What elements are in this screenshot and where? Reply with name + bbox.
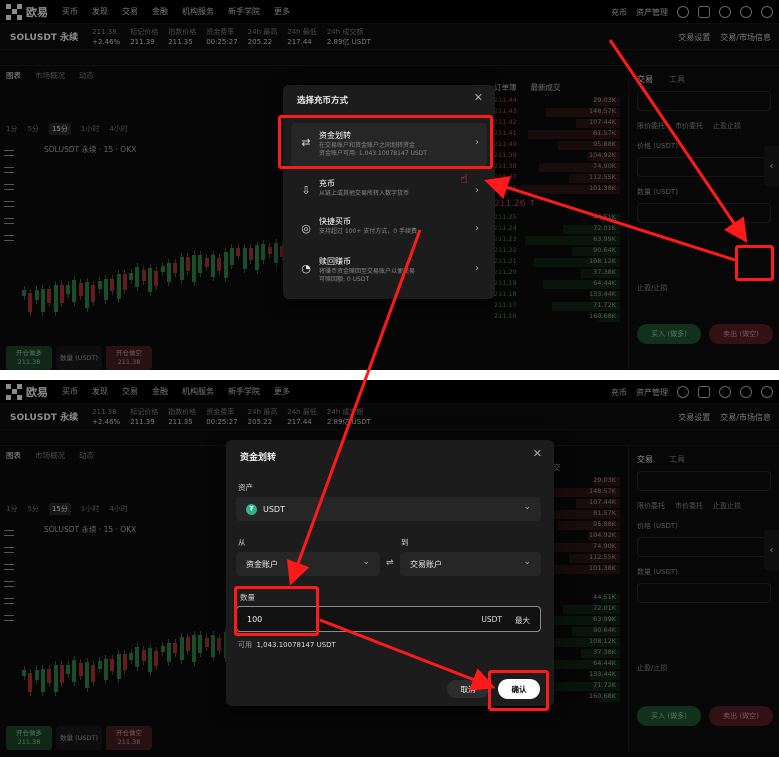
fund-transfer-modal: 资金划转 ✕ 资产 ₮ USDT ⌄ 从 到 资金账户 ⌄ ⇌ 交易账户 ⌄ 数…	[226, 440, 554, 706]
quick-buy-icon: ◎	[301, 222, 311, 235]
chevron-right-icon: ›	[475, 223, 479, 234]
asset-select[interactable]: ₮ USDT ⌄	[236, 497, 541, 521]
option-title: 充币	[319, 179, 335, 188]
option-title: 快捷买币	[319, 217, 351, 226]
amount-unit: USDT	[481, 615, 502, 624]
from-account-value: 资金账户	[246, 559, 278, 569]
usdt-coin-icon: ₮	[246, 503, 257, 515]
from-label: 从	[238, 538, 246, 547]
available-balance: 可用 1,043.10078147 USDT	[238, 641, 336, 649]
chevron-right-icon: ›	[475, 263, 479, 274]
to-account-value: 交易账户	[410, 559, 442, 569]
option-desc: 支持超过 100+ 支付方式，0 手续费	[319, 228, 418, 235]
option-redeem-earn[interactable]: ◔ 赎回赚币 将赚币资金赎回至交易账户以便交易 可赎回额: 0 USDT ›	[291, 249, 487, 293]
chevron-down-icon: ⌄	[523, 502, 531, 512]
chevron-down-icon: ⌄	[523, 557, 531, 567]
pointer-hand-icon: ☝	[460, 172, 468, 187]
asset-label: 资产	[238, 483, 253, 492]
annotation-box-amount	[234, 586, 319, 636]
option-desc: 将赚币资金赎回至交易账户以便交易 可赎回额: 0 USDT	[319, 268, 416, 283]
from-account-select[interactable]: 资金账户 ⌄	[236, 552, 380, 576]
chevron-right-icon: ›	[475, 185, 479, 196]
to-account-select[interactable]: 交易账户 ⌄	[400, 552, 541, 576]
annotation-box-side-panel	[735, 245, 774, 281]
close-icon[interactable]: ✕	[533, 447, 542, 460]
to-label: 到	[401, 538, 409, 547]
asset-value: USDT	[263, 504, 285, 514]
option-title: 赎回赚币	[319, 257, 351, 266]
modal-title: 资金划转	[240, 453, 277, 463]
option-desc: 从链上或其他交易所转入数字货币	[319, 190, 410, 197]
chevron-down-icon: ⌄	[362, 557, 370, 567]
deposit-icon: ⇩	[301, 184, 311, 197]
max-button[interactable]: 最大	[515, 615, 530, 626]
modal-title: 选择充币方式	[297, 96, 349, 106]
annotation-box-fund-transfer	[278, 115, 493, 169]
redeem-icon: ◔	[301, 262, 311, 275]
cancel-button[interactable]: 取消	[447, 680, 489, 698]
annotation-box-confirm	[488, 670, 549, 711]
option-quick-buy[interactable]: ◎ 快捷买币 支持超过 100+ 支付方式，0 手续费 ›	[291, 209, 487, 253]
close-icon[interactable]: ✕	[474, 91, 483, 104]
swap-accounts-icon[interactable]: ⇌	[386, 558, 394, 568]
screenshot-select-deposit: 欧易 买币 发现 交易 金融 机构服务 新手学院 更多 充币 资产管理 SOLU…	[0, 0, 779, 370]
